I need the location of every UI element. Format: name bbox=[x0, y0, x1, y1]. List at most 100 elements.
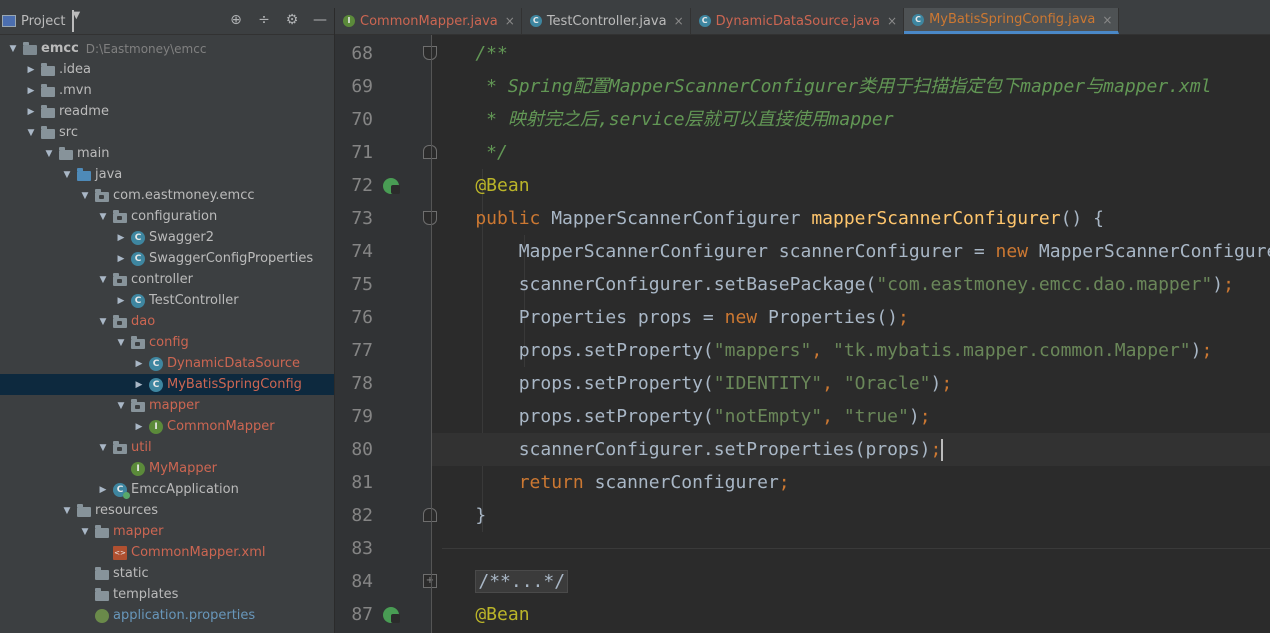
expand-arrow-down-icon[interactable]: ▼ bbox=[98, 443, 108, 453]
code-line[interactable]: props.setProperty("notEmpty", "true"); bbox=[432, 400, 1270, 433]
code-line[interactable]: scannerConfigurer.setProperties(props); bbox=[432, 433, 1270, 466]
code-editor: I CommonMapper.java × C TestController.java ×… bbox=[335, 8, 1270, 633]
tree-item[interactable]: ▼ emcc D:\Eastmoney\emcc bbox=[0, 38, 334, 59]
expand-arrow-down-icon[interactable]: ▼ bbox=[116, 401, 126, 411]
spring-bean-gutter-icon[interactable] bbox=[383, 178, 400, 194]
tree-item[interactable]: ▼ com.eastmoney.emcc bbox=[0, 185, 334, 206]
tree-item[interactable]: ▶IMyMapper bbox=[0, 458, 334, 479]
expand-arrow-right-icon[interactable]: ▶ bbox=[26, 65, 36, 75]
code-line[interactable]: * Spring配置MapperScannerConfigurer类用于扫描指定… bbox=[432, 70, 1270, 103]
code-token: * 映射完之后,service层就可以直接使用mapper bbox=[432, 109, 894, 130]
tree-item[interactable]: ▶ C TestController bbox=[0, 290, 334, 311]
locate-file-icon[interactable]: ⊕ bbox=[228, 12, 244, 28]
line-number: 76 bbox=[351, 307, 373, 328]
project-view-selector[interactable]: Project bbox=[21, 14, 65, 29]
resources-folder-icon bbox=[77, 503, 91, 517]
tree-item[interactable]: ▶static bbox=[0, 563, 334, 584]
code-token: props.setProperty( bbox=[432, 406, 714, 427]
expand-arrow-down-icon[interactable]: ▼ bbox=[62, 506, 72, 516]
code-line[interactable] bbox=[432, 532, 1270, 565]
tree-item[interactable]: ▼ configuration bbox=[0, 206, 334, 227]
tree-item-label: .idea bbox=[59, 62, 91, 77]
spring-bean-gutter-icon[interactable] bbox=[383, 607, 400, 623]
tree-item[interactable]: ▼ mapper bbox=[0, 521, 334, 542]
tree-item[interactable]: ▶ C Swagger2 bbox=[0, 227, 334, 248]
expand-arrow-down-icon[interactable]: ▼ bbox=[44, 149, 54, 159]
editor-tab[interactable]: C TestController.java × bbox=[522, 8, 691, 34]
tree-item[interactable]: ▶ C DynamicDataSource bbox=[0, 353, 334, 374]
expand-arrow-down-icon[interactable]: ▼ bbox=[98, 212, 108, 222]
code-line[interactable]: scannerConfigurer.setBasePackage("com.ea… bbox=[432, 268, 1270, 301]
code-line[interactable]: */ bbox=[432, 136, 1270, 169]
tree-item[interactable]: ▶ C SwaggerConfigProperties bbox=[0, 248, 334, 269]
editor-tab[interactable]: C DynamicDataSource.java × bbox=[691, 8, 905, 34]
tree-item-label: EmccApplication bbox=[131, 482, 239, 497]
expand-arrow-right-icon[interactable]: ▶ bbox=[116, 296, 126, 306]
expand-arrow-right-icon[interactable]: ▶ bbox=[98, 485, 108, 495]
code-line[interactable]: /**...*/ bbox=[432, 565, 1270, 598]
tree-item[interactable]: ▶ .mvn bbox=[0, 80, 334, 101]
expand-arrow-right-icon[interactable]: ▶ bbox=[134, 359, 144, 369]
tree-item[interactable]: ▶ C MyBatisSpringConfig bbox=[0, 374, 334, 395]
expand-arrow-down-icon[interactable]: ▼ bbox=[62, 170, 72, 180]
expand-arrow-down-icon[interactable]: ▼ bbox=[116, 338, 126, 348]
expand-arrow-right-icon[interactable]: ▶ bbox=[26, 86, 36, 96]
tree-item[interactable]: ▼ resources bbox=[0, 500, 334, 521]
tree-item[interactable]: ▼ config bbox=[0, 332, 334, 353]
expand-arrow-down-icon[interactable]: ▼ bbox=[98, 275, 108, 285]
code-line[interactable]: MapperScannerConfigurer scannerConfigure… bbox=[432, 235, 1270, 268]
hide-panel-icon[interactable]: — bbox=[312, 12, 328, 28]
tree-item-label: Swagger2 bbox=[149, 230, 214, 245]
collapse-all-icon[interactable]: ÷ bbox=[256, 12, 272, 28]
code-line[interactable]: props.setProperty("mappers", "tk.mybatis… bbox=[432, 334, 1270, 367]
code-line[interactable]: props.setProperty("IDENTITY", "Oracle"); bbox=[432, 367, 1270, 400]
code-line[interactable]: return scannerConfigurer; bbox=[432, 466, 1270, 499]
expand-arrow-right-icon[interactable]: ▶ bbox=[26, 107, 36, 117]
tree-item[interactable]: ▶ .idea bbox=[0, 59, 334, 80]
tree-item[interactable]: ▼ src bbox=[0, 122, 334, 143]
code-token: MapperScannerConfigurer bbox=[551, 208, 812, 229]
expand-arrow-right-icon[interactable]: ▶ bbox=[134, 422, 144, 432]
code-line[interactable]: @Bean bbox=[432, 169, 1270, 202]
expand-arrow-down-icon[interactable]: ▼ bbox=[8, 44, 18, 54]
code-line[interactable]: public MapperScannerConfigurer mapperSca… bbox=[432, 202, 1270, 235]
tree-item[interactable]: ▶<>CommonMapper.xml bbox=[0, 542, 334, 563]
gear-icon[interactable]: ⚙ bbox=[284, 12, 300, 28]
tree-item[interactable]: ▼ util bbox=[0, 437, 334, 458]
expand-arrow-down-icon[interactable]: ▼ bbox=[80, 191, 90, 201]
expand-arrow-right-icon[interactable]: ▶ bbox=[116, 233, 126, 243]
tree-item[interactable]: ▶application.properties bbox=[0, 605, 334, 626]
code-line[interactable]: Properties props = new Properties(); bbox=[432, 301, 1270, 334]
tree-item[interactable]: ▼ main bbox=[0, 143, 334, 164]
code-line[interactable]: @Bean bbox=[432, 598, 1270, 631]
code-area[interactable]: /** * Spring配置MapperScannerConfigurer类用于… bbox=[432, 35, 1270, 633]
tree-item[interactable]: ▶ readme bbox=[0, 101, 334, 122]
close-tab-icon[interactable]: × bbox=[887, 14, 897, 28]
tree-item[interactable]: ▶ I CommonMapper bbox=[0, 416, 334, 437]
tree-item[interactable]: ▼ controller bbox=[0, 269, 334, 290]
code-line[interactable]: } bbox=[432, 499, 1270, 532]
tree-item[interactable]: ▼ dao bbox=[0, 311, 334, 332]
tree-item[interactable]: ▶templates bbox=[0, 584, 334, 605]
close-tab-icon[interactable]: × bbox=[1102, 13, 1112, 27]
tree-item[interactable]: ▼ mapper bbox=[0, 395, 334, 416]
tree-item-label: static bbox=[113, 566, 149, 581]
code-token: ; bbox=[930, 439, 942, 460]
code-line[interactable]: * 映射完之后,service层就可以直接使用mapper bbox=[432, 103, 1270, 136]
tree-item[interactable]: ▼ java bbox=[0, 164, 334, 185]
code-line[interactable]: /** bbox=[432, 37, 1270, 70]
expand-arrow-down-icon[interactable]: ▼ bbox=[98, 317, 108, 327]
project-path: D:\Eastmoney\emcc bbox=[85, 41, 207, 56]
expand-arrow-right-icon[interactable]: ▶ bbox=[116, 254, 126, 264]
editor-tab[interactable]: C MyBatisSpringConfig.java × bbox=[904, 8, 1120, 34]
tree-item[interactable]: ▶ C EmccApplication bbox=[0, 479, 334, 500]
chevron-down-icon[interactable]: ▼ bbox=[72, 10, 80, 32]
expand-arrow-down-icon[interactable]: ▼ bbox=[80, 527, 90, 537]
close-tab-icon[interactable]: × bbox=[674, 14, 684, 28]
folder-icon bbox=[95, 524, 109, 538]
editor-tab[interactable]: I CommonMapper.java × bbox=[335, 8, 522, 34]
expand-arrow-down-icon[interactable]: ▼ bbox=[26, 128, 36, 138]
close-tab-icon[interactable]: × bbox=[505, 14, 515, 28]
expand-arrow-right-icon[interactable]: ▶ bbox=[134, 380, 144, 390]
